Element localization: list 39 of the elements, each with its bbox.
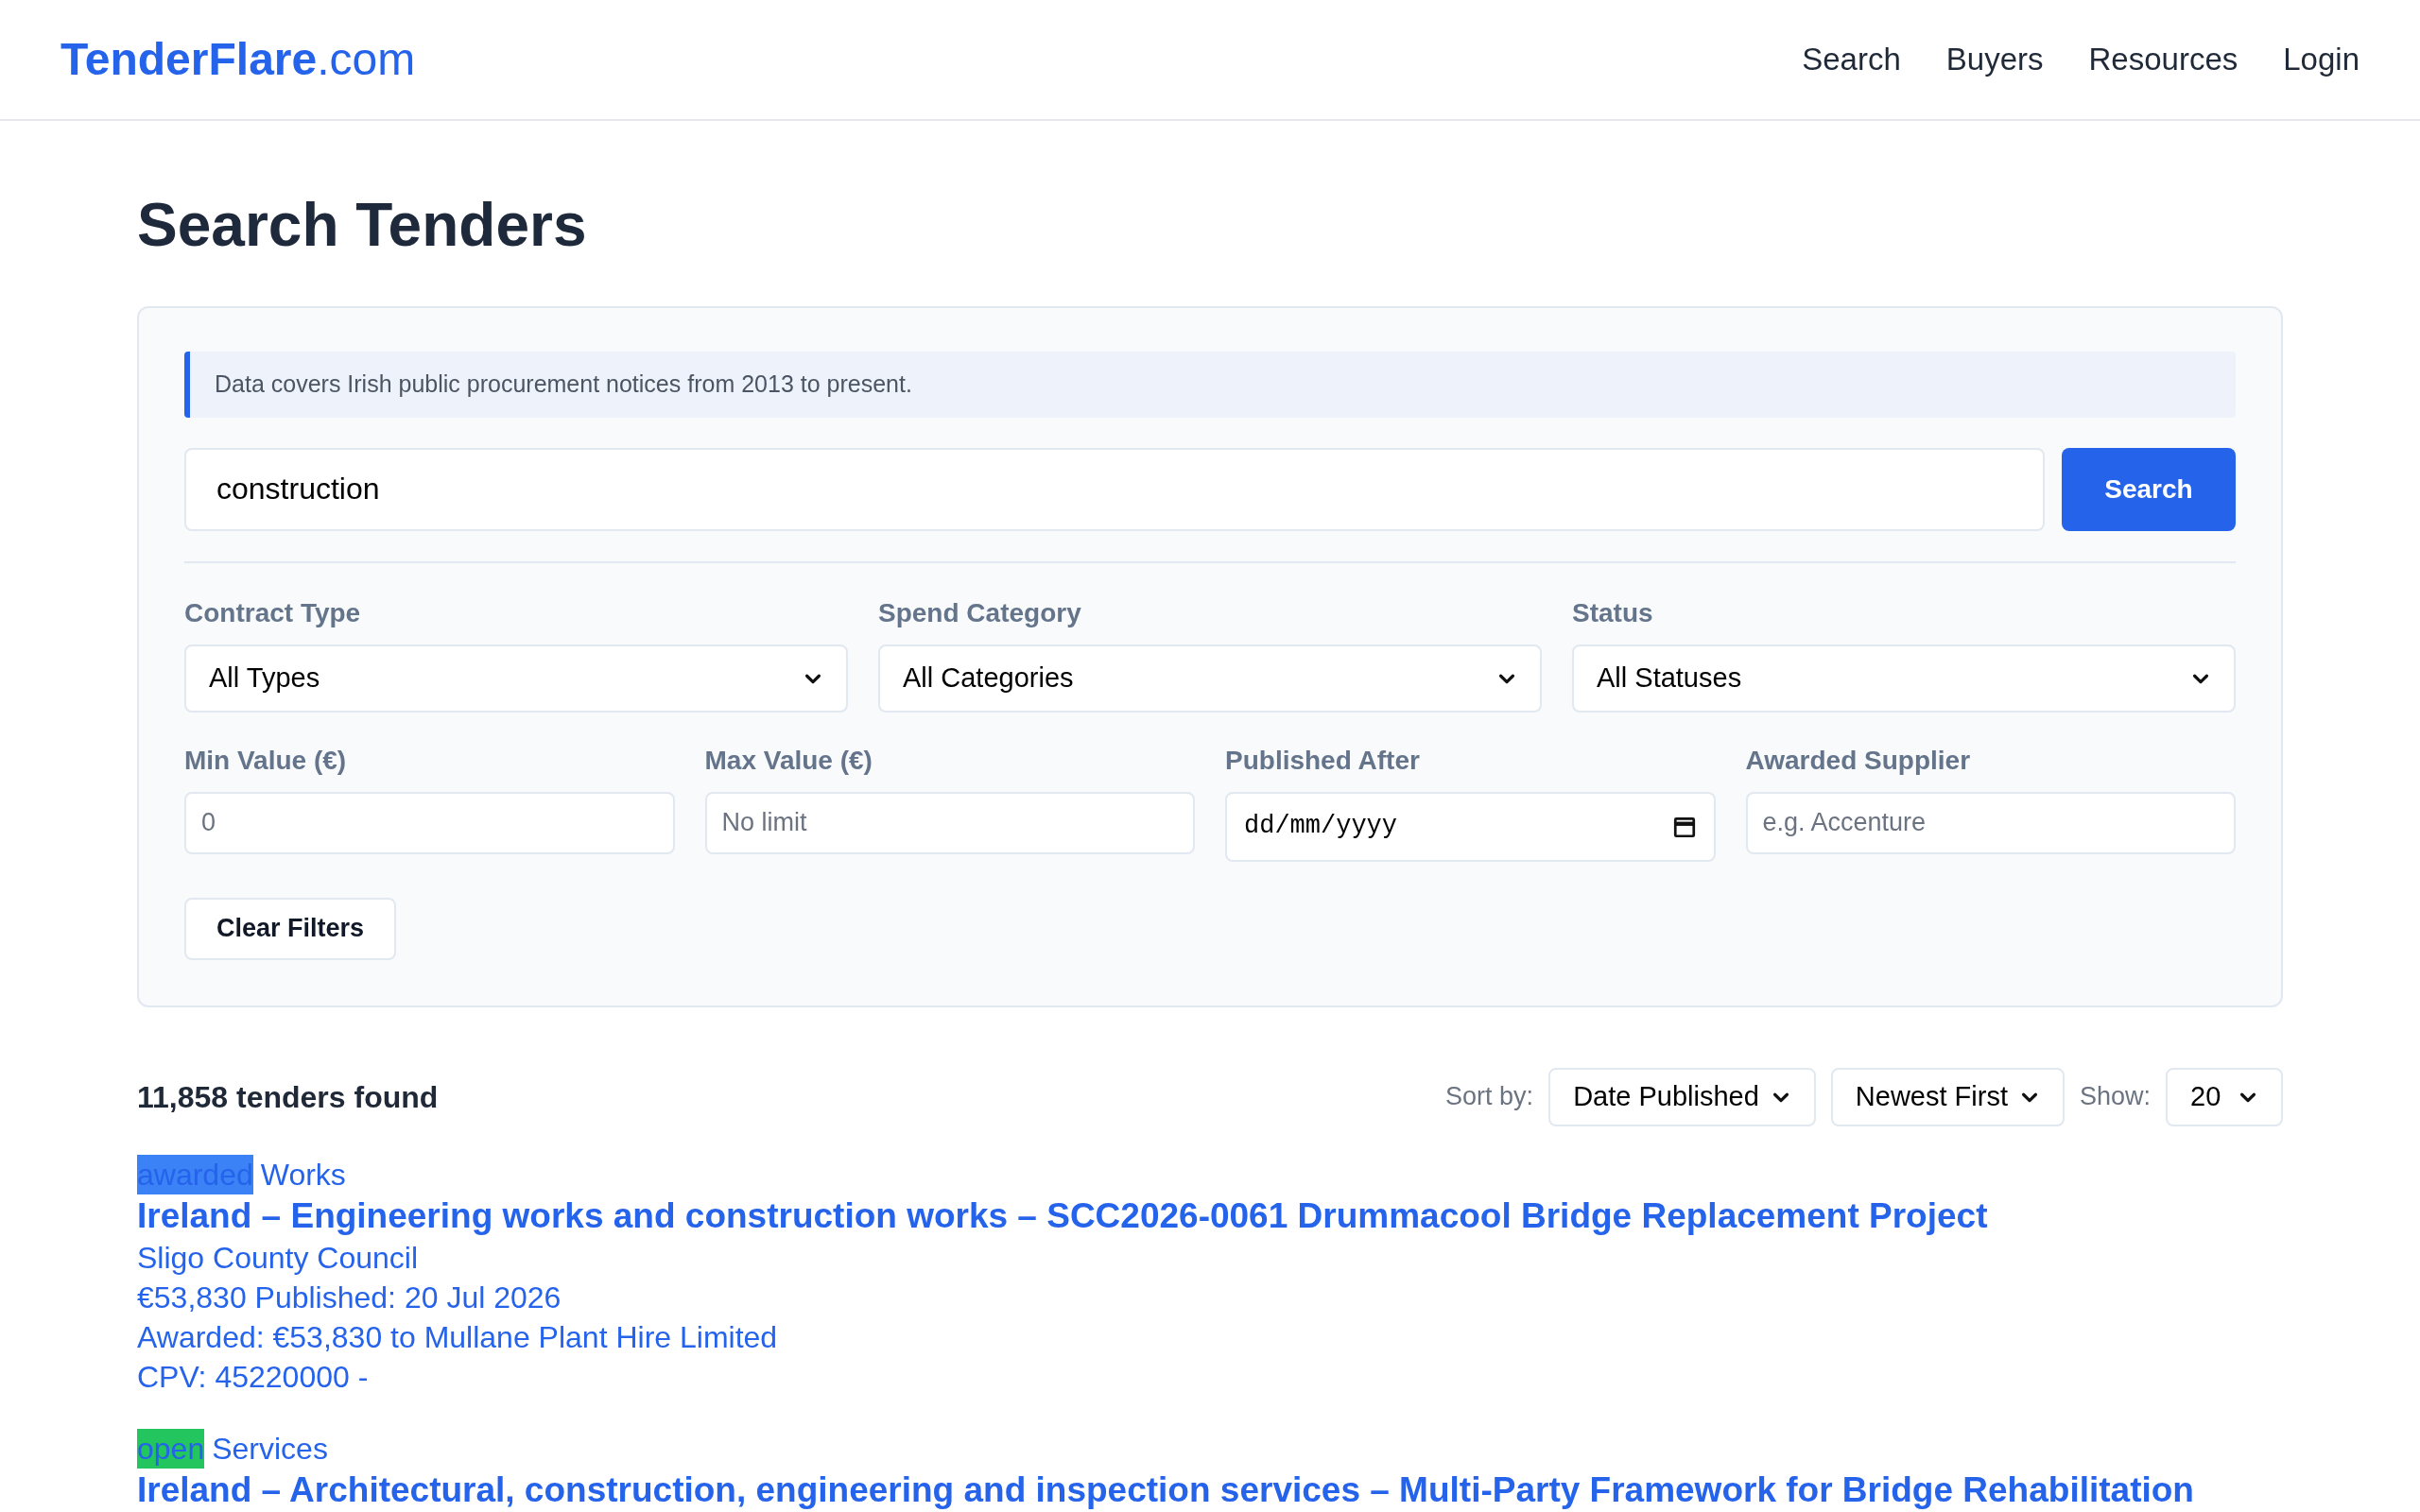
field-label: Published After [1225, 744, 1421, 777]
tender-detail: €53,830 Published: 20 Jul 2026 [137, 1279, 562, 1316]
search-field[interactable]: construction [184, 447, 2045, 531]
input-field[interactable]: 0 [184, 791, 675, 854]
tender-title-link[interactable]: Ireland – Engineering works and construction works – SCC2026-0061 Drummacool Bridge Replacement Project [137, 1194, 2283, 1238]
sort-label: Sort by: [1445, 1081, 1534, 1113]
input-field[interactable]: No limit [704, 791, 1195, 854]
nav-link[interactable]: Buyers [1945, 36, 2044, 83]
tender-detail: Sligo County Council [137, 1239, 420, 1277]
tender-title-link[interactable]: Ireland – Architectural, construction, engineering and inspection services – Multi-Party Framework for Bridge Rehabilitation [137, 1468, 2283, 1512]
field-label: Status [1572, 596, 1654, 629]
site-logo[interactable]: TenderFlare.com [60, 37, 416, 82]
select-dropdown[interactable]: All Statuses [1572, 644, 2236, 713]
field-label: Max Value (€) [704, 744, 873, 777]
show-label: Show: [2079, 1081, 2151, 1113]
nav-link[interactable]: Search [1802, 36, 1901, 83]
tender-detail: Awarded: €53,830 to Mullane Plant Hire Limited [137, 1318, 779, 1356]
field-label: Contract Type [184, 596, 362, 629]
category-label: Services [212, 1430, 328, 1468]
clear-filters-button[interactable]: Clear Filters [184, 897, 397, 960]
field-label: Min Value (€) [184, 744, 348, 777]
input-field[interactable]: e.g. Accenture [1745, 791, 2236, 854]
nav-link[interactable]: Resources [2088, 36, 2238, 83]
date-field[interactable]: dd/mm/yyyy [1225, 791, 1716, 862]
select-dropdown[interactable]: All Types [184, 644, 848, 713]
page-title: Search Tenders [137, 195, 588, 255]
field-label: Awarded Supplier [1745, 744, 1972, 777]
search-button[interactable]: Search [2062, 447, 2236, 531]
select-dropdown[interactable]: Date Published [1548, 1067, 1816, 1126]
results-count: 11,858 tenders found [137, 1078, 439, 1116]
category-label: Works [260, 1156, 346, 1194]
status-tag: open [137, 1428, 205, 1469]
info-notice: Data covers Irish public procurement notices from 2013 to present. [184, 352, 2236, 418]
select-dropdown[interactable]: 20 [2166, 1067, 2283, 1126]
tender-detail: CPV: 45220000 - [137, 1358, 370, 1396]
select-dropdown[interactable]: Newest First [1830, 1067, 2065, 1126]
nav-link[interactable]: Login [2283, 36, 2360, 83]
field-label: Spend Category [878, 596, 1082, 629]
select-dropdown[interactable]: All Categories [878, 644, 1542, 713]
